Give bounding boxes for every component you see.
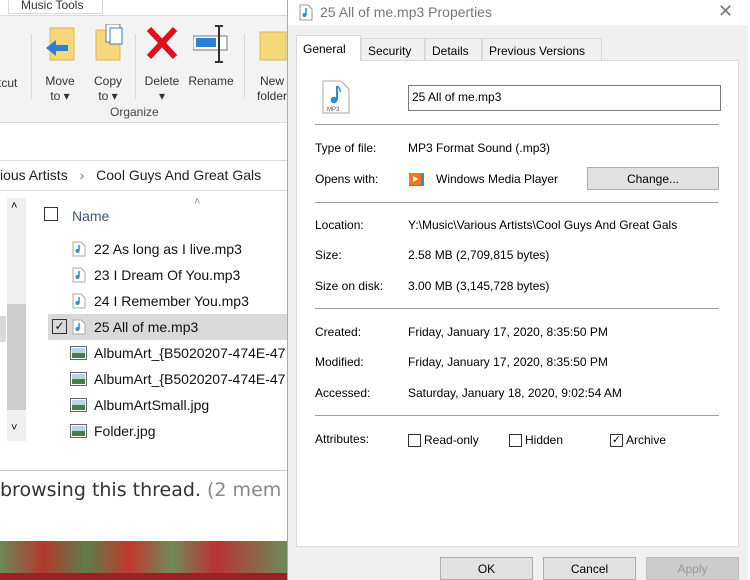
ok-button[interactable]: OK	[440, 557, 533, 580]
title-bar: 25 All of me.mp3 Properties ✕	[288, 0, 749, 25]
rename-icon	[192, 25, 228, 63]
organize-group-label: Organize	[110, 105, 159, 119]
created-label: Created:	[315, 325, 362, 339]
ribbon: tcut Moveto ▾ Copyto ▾ Delete▾ Rename Ne…	[0, 15, 287, 123]
tab-general[interactable]: General	[296, 35, 361, 61]
tab-previous-versions[interactable]: Previous Versions	[482, 38, 602, 61]
copy-to-button[interactable]: Copy to ▾	[88, 23, 128, 104]
file-row[interactable]: AlbumArt_{B5020207-474E-47	[48, 366, 287, 392]
file-row[interactable]: Folder.jpg	[48, 418, 287, 444]
web-page-background: browsing this thread. (2 mem	[0, 470, 287, 580]
mp3-file-icon	[72, 319, 86, 335]
sort-ascending-icon: ˄	[194, 196, 201, 208]
read-only-checkbox[interactable]: Read-only	[408, 433, 479, 447]
svg-text:MP3: MP3	[327, 107, 340, 113]
file-name: 24 I Remember You.mp3	[94, 293, 249, 309]
file-name: AlbumArt_{B5020207-474E-47	[94, 345, 286, 361]
modified-label: Modified:	[315, 355, 364, 369]
mp3-file-icon	[72, 293, 86, 309]
breadcrumb-various-artists[interactable]: ious Artists	[0, 167, 68, 183]
cancel-button[interactable]: Cancel	[543, 557, 636, 580]
file-row[interactable]: AlbumArt_{B5020207-474E-47	[48, 340, 287, 366]
created-value: Friday, January 17, 2020, 8:35:50 PM	[408, 325, 608, 339]
opens-with-value: Windows Media Player	[436, 172, 559, 186]
file-name: AlbumArt_{B5020207-474E-47	[94, 371, 286, 387]
archive-check-box[interactable]: ✓	[610, 433, 623, 447]
delete-button[interactable]: Delete ▾	[142, 24, 182, 104]
apply-button[interactable]: Apply	[646, 557, 739, 580]
move-to-button[interactable]: Move to ▾	[40, 24, 80, 104]
image-file-icon	[70, 424, 87, 438]
mp3-file-large-icon: MP3	[322, 80, 350, 114]
cut-button-fragment[interactable]: tcut	[0, 76, 17, 90]
size-label: Size:	[315, 248, 342, 262]
read-only-check-box[interactable]	[408, 433, 421, 447]
general-tab-panel: MP3 25 All of me.mp3 Type of file: MP3 F…	[296, 60, 739, 547]
file-name: 22 As long as I live.mp3	[94, 241, 242, 257]
scrollbar-thumb[interactable]	[7, 304, 26, 410]
change-button[interactable]: Change...	[587, 167, 719, 190]
properties-dialog: 25 All of me.mp3 Properties ✕ General Se…	[287, 0, 749, 580]
dialog-title: 25 All of me.mp3 Properties	[320, 4, 492, 20]
attributes-label: Attributes:	[315, 432, 370, 446]
delete-icon	[146, 26, 178, 60]
size-value: 2.58 MB (2,709,815 bytes)	[408, 248, 550, 262]
breadcrumb: ious Artists › Cool Guys And Great Gals	[0, 160, 287, 191]
file-row[interactable]: 24 I Remember You.mp3	[48, 288, 287, 314]
tab-details[interactable]: Details	[425, 38, 482, 61]
footer-bar	[0, 573, 287, 580]
file-row[interactable]: ✓ 25 All of me.mp3	[48, 314, 287, 340]
copy-to-icon	[95, 23, 123, 61]
type-value: MP3 Format Sound (.mp3)	[408, 141, 551, 155]
accessed-value: Saturday, January 18, 2020, 9:02:54 AM	[408, 386, 622, 400]
select-all-checkbox[interactable]	[44, 207, 58, 221]
move-to-icon	[46, 27, 75, 61]
file-name-input[interactable]: 25 All of me.mp3	[408, 85, 721, 111]
nav-scrollbar[interactable]: ˄ ˅	[7, 198, 26, 441]
file-name: 25 All of me.mp3	[94, 319, 199, 335]
file-row[interactable]: 23 I Dream Of You.mp3	[48, 262, 287, 288]
hidden-checkbox[interactable]: Hidden	[509, 433, 563, 447]
close-icon[interactable]: ✕	[718, 1, 733, 22]
opens-with-label: Opens with:	[315, 172, 379, 186]
file-explorer-window: Music Tools tcut Moveto ▾ Copyto ▾ Delet…	[0, 0, 287, 580]
windows-media-player-icon	[409, 173, 424, 186]
mp3-file-icon	[299, 4, 313, 21]
size-on-disk-label: Size on disk:	[315, 279, 384, 293]
location-label: Location:	[315, 218, 364, 232]
scroll-down-icon[interactable]: ˅	[11, 422, 17, 434]
hidden-check-box[interactable]	[509, 433, 522, 447]
file-row[interactable]: 22 As long as I live.mp3	[48, 236, 287, 262]
ribbon-tab-music-tools[interactable]: Music Tools	[8, 0, 103, 14]
file-row[interactable]: AlbumArtSmall.jpg	[48, 392, 287, 418]
image-file-icon	[70, 346, 87, 360]
breadcrumb-separator-icon: ›	[79, 167, 85, 183]
rename-button[interactable]: Rename	[186, 24, 236, 89]
new-folder-button[interactable]: New folder	[252, 24, 287, 104]
row-checkbox[interactable]: ✓	[52, 319, 67, 334]
image-file-icon	[70, 398, 87, 412]
archive-checkbox[interactable]: ✓ Archive	[610, 433, 666, 447]
new-folder-icon	[259, 31, 287, 61]
modified-value: Friday, January 17, 2020, 8:35:50 PM	[408, 355, 608, 369]
file-name: AlbumArtSmall.jpg	[94, 397, 210, 413]
scroll-up-icon[interactable]: ˄	[11, 200, 17, 212]
mp3-file-icon	[72, 241, 86, 257]
file-name: Folder.jpg	[94, 423, 156, 439]
file-name: 23 I Dream Of You.mp3	[94, 267, 241, 283]
column-header-name[interactable]: Name	[72, 208, 109, 224]
breadcrumb-cool-guys[interactable]: Cool Guys And Great Gals	[96, 167, 261, 183]
nav-pane-selection	[0, 316, 6, 342]
accessed-label: Accessed:	[315, 386, 371, 400]
size-on-disk-value: 3.00 MB (3,145,728 bytes)	[408, 279, 550, 293]
thread-browsing-text: browsing this thread. (2 mem	[0, 479, 282, 501]
location-value: Y:\Music\Various Artists\Cool Guys And G…	[408, 218, 678, 232]
type-label: Type of file:	[315, 141, 377, 155]
mp3-file-icon	[72, 267, 86, 283]
tab-security[interactable]: Security	[361, 38, 425, 61]
image-file-icon	[70, 372, 87, 386]
